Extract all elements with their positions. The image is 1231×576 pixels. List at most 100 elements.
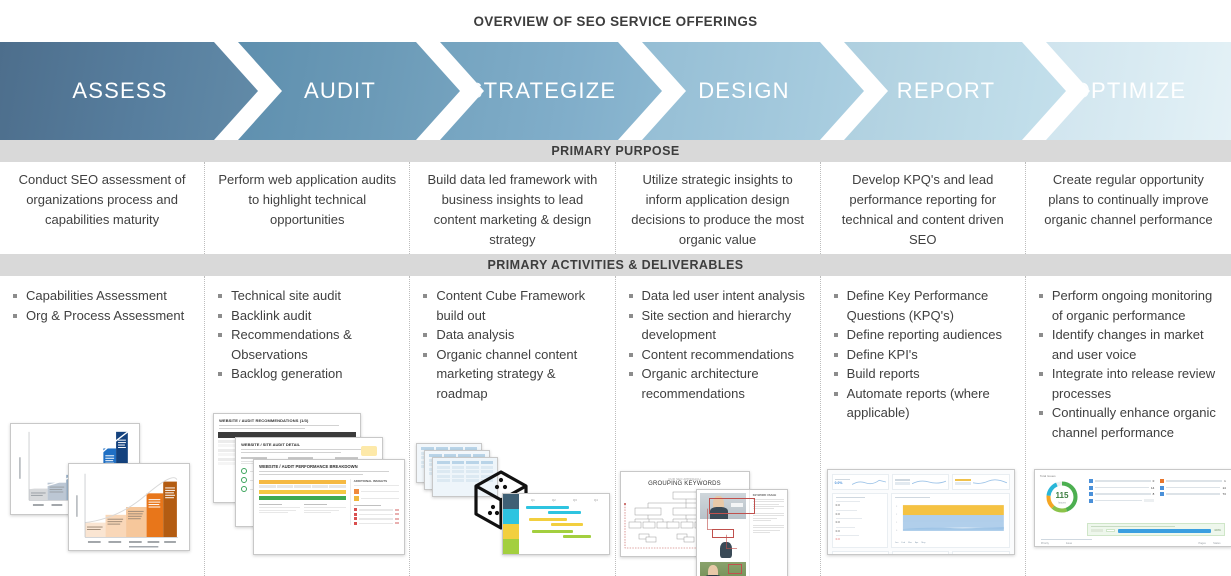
svg-text:0: 0: [896, 530, 898, 532]
list-item: Data analysis: [422, 325, 604, 345]
activities-list-design: Data led user intent analysis Site secti…: [628, 286, 810, 403]
activities-list-optimize: Perform ongoing monitoring of organic pe…: [1038, 286, 1221, 442]
activities-cell-optimize: Perform ongoing monitoring of organic pe…: [1026, 276, 1231, 576]
persona-photo-bottom: [700, 562, 746, 576]
purpose-cell-report: Develop KPQ's and lead performance repor…: [821, 162, 1026, 254]
list-item: Define reporting audiences: [833, 325, 1015, 345]
primary-purpose-row: Conduct SEO assessment of organizations …: [0, 162, 1231, 254]
list-item: Identify changes in market and user voic…: [1038, 325, 1221, 364]
process-stage-label: OPTIMIZE: [1073, 78, 1187, 104]
legend-column-left: 0 14 8: [1089, 479, 1155, 503]
list-item: Perform ongoing monitoring of organic pe…: [1038, 286, 1221, 325]
legend-swatch: [1160, 479, 1164, 483]
process-stage-assess[interactable]: ASSESS: [0, 42, 258, 140]
legend-swatch: [1160, 486, 1164, 490]
primary-activities-row: Capabilities Assessment Org & Process As…: [0, 276, 1231, 576]
svg-text:2: 2: [896, 514, 898, 516]
activities-list-strategize: Content Cube Framework build out Data an…: [422, 286, 604, 403]
activities-cell-report: Define Key Performance Questions (KPQ's)…: [821, 276, 1026, 576]
page-title: OVERVIEW OF SEO SERVICE OFFERINGS: [0, 0, 1231, 42]
process-stage-audit[interactable]: AUDIT: [238, 42, 460, 140]
maturity-chart-orange: [68, 463, 190, 551]
process-stage-label: AUDIT: [304, 78, 376, 104]
thumbnail-maturity-curve-charts: [0, 401, 204, 576]
maturity-chart-blue: [10, 423, 140, 515]
activities-cell-assess: Capabilities Assessment Org & Process As…: [0, 276, 205, 576]
kpi-tile: [892, 474, 949, 490]
reporting-dashboard-card: 0.0%: [827, 469, 1015, 555]
data-table-back: [416, 443, 482, 483]
process-stage-label: DESIGN: [698, 78, 790, 104]
process-stage-label: STRATEGIZE: [468, 78, 617, 104]
persona-panel-title: KEYWORD USAGE: [753, 494, 784, 497]
data-table-mid: [424, 450, 490, 490]
persona-wireframe-slide: KEYWORD USAGE: [696, 489, 788, 576]
process-stage-label: ASSESS: [72, 78, 167, 104]
report-table: [832, 551, 889, 555]
grouping-keywords-slide: OUR SEO APPROACH GROUPING KEYWORDS: [620, 471, 750, 557]
process-stage-strategize[interactable]: STRATEGIZE: [440, 42, 662, 140]
activities-list-audit: Technical site audit Backlink audit Reco…: [217, 286, 399, 384]
check-circle-icon: [241, 477, 247, 483]
legend-column-right: 1 14 73: [1160, 479, 1226, 503]
audit-slide-title: WEBSITE / AUDIT RECOMMENDATIONS (1/3): [219, 418, 355, 423]
list-item: Org & Process Assessment: [12, 306, 194, 326]
content-cube-svg: [472, 469, 530, 531]
report-table: [952, 551, 1009, 555]
list-item: Backlink audit: [217, 306, 399, 326]
purpose-cell-optimize: Create regular opportunity plans to cont…: [1026, 162, 1231, 254]
legend-swatch: [1089, 492, 1093, 496]
process-chevron-bar: ASSESS AUDIT STRATEGIZE DESIGN REPORT OP…: [0, 42, 1231, 140]
persona-connector-lines: [697, 490, 749, 576]
audit-slide-recommendations: WEBSITE / AUDIT RECOMMENDATIONS (1/3): [213, 413, 361, 503]
total-issues-gauge: Total Issues 115 Issues: [1040, 474, 1084, 520]
process-stage-optimize[interactable]: OPTIMIZE: [1046, 42, 1231, 140]
list-item: Automate reports (where applicable): [833, 384, 1015, 423]
activities-cell-audit: Technical site audit Backlink audit Reco…: [205, 276, 410, 576]
alert-icon: [354, 489, 359, 494]
list-item: Integrate into release review processes: [1038, 364, 1221, 403]
maturity-chart-blue-svg: [11, 424, 139, 514]
slide-eyebrow: OUR SEO APPROACH: [621, 477, 749, 481]
process-stage-report[interactable]: REPORT: [844, 42, 1066, 140]
audit-slide-title: WEBSITE / AUDIT PERFORMANCE BREAKDOWN: [259, 464, 399, 469]
alert-icon: [354, 496, 359, 501]
list-item: Define KPI's: [833, 345, 1015, 365]
progress-bar: [1118, 529, 1211, 533]
list-item: Define Key Performance Questions (KPQ's): [833, 286, 1015, 325]
thumbnail-grouping-keywords: OUR SEO APPROACH GROUPING KEYWORDS: [616, 401, 820, 576]
issues-table: PriorityIssue PagesStatus: [1035, 539, 1231, 547]
gauge-title: Total Issues: [1040, 474, 1084, 478]
primary-purpose-band: PRIMARY PURPOSE: [0, 140, 1231, 162]
svg-text:1: 1: [896, 522, 898, 524]
list-item: Technical site audit: [217, 286, 399, 306]
list-item: Site section and hierarchy development: [628, 306, 810, 345]
metric-list-panel: 0.0 0.0 0.0 0.0 0.0: [832, 493, 888, 548]
stacked-area-chart: 3210: [895, 501, 1006, 535]
list-item: Data led user intent analysis: [628, 286, 810, 306]
maturity-chart-orange-svg: [69, 464, 189, 550]
svg-text:Issues: Issues: [1058, 500, 1066, 504]
process-stage-design[interactable]: DESIGN: [642, 42, 864, 140]
legend-swatch: [1089, 499, 1093, 503]
kpi-tile: 0.0%: [832, 474, 889, 490]
audit-slide-title: WEBSITE / SITE AUDIT DETAIL: [241, 442, 377, 447]
list-item: Content recommendations: [628, 345, 810, 365]
audit-slide-detail: WEBSITE / SITE AUDIT DETAIL: [235, 437, 383, 527]
list-item: Organic architecture recommendations: [628, 364, 810, 403]
roadmap-legend: [503, 494, 519, 554]
optimization-dashboard-card: Total Issues 115 Issues: [1034, 469, 1231, 547]
audit-badge: [361, 446, 377, 456]
check-circle-icon: [241, 486, 247, 492]
kpi-tile: [952, 474, 1009, 490]
donut-gauge-svg: 115 Issues: [1044, 479, 1080, 515]
data-table-front: [432, 457, 498, 497]
activities-cell-design: Data led user intent analysis Site secti…: [616, 276, 821, 576]
progress-notice: 100%: [1087, 523, 1225, 536]
legend-swatch: [1089, 479, 1093, 483]
purpose-cell-assess: Conduct SEO assessment of organizations …: [0, 162, 205, 254]
list-item: Build reports: [833, 364, 1015, 384]
thumbnail-audit-report-slides: WEBSITE / AUDIT RECOMMENDATIONS (1/3) WE…: [205, 401, 409, 576]
list-item: Backlog generation: [217, 364, 399, 384]
gauge-score: 115: [1055, 491, 1069, 500]
